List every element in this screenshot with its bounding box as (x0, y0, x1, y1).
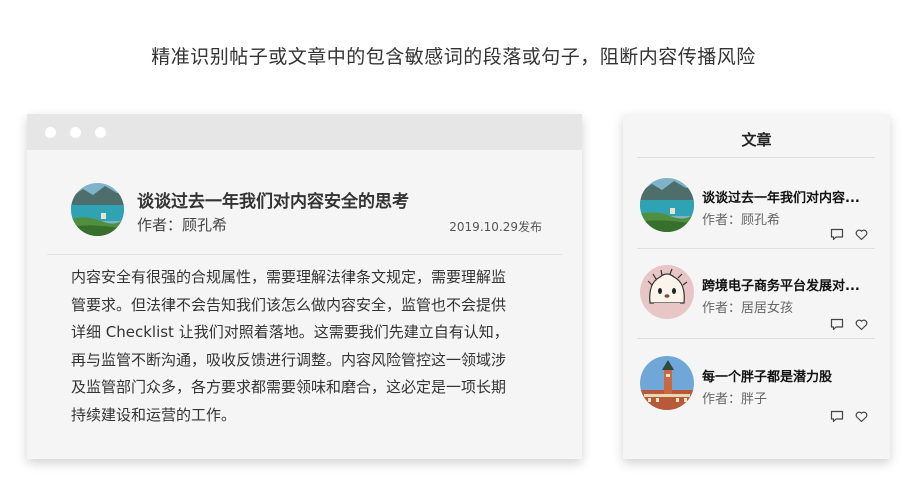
panel-title: 文章 (741, 131, 772, 149)
article-avatar (640, 265, 694, 319)
body-line: 内容安全有很强的合规属性，需要理解法律条文规定，需要理解监 (71, 268, 507, 286)
heart-icon[interactable] (855, 226, 868, 245)
post-browser-window: 谈谈过去一年我们对内容安全的思考 作者：顾孔希 2019.10.29发布 内容安… (27, 114, 582, 459)
page-headline: 精准识别帖子或文章中的包含敏感词的段落或句子，阻断内容传播风险 (151, 46, 756, 68)
body-line: 详细 Checklist 让我们对照着落地。这需要我们先建立自有认知， (71, 323, 509, 341)
body-line: 及监管部门众多，各方要求都需要领味和磨合，这必定是一项长期 (71, 378, 507, 396)
article-avatar (640, 178, 694, 232)
post-author: 作者：顾孔希 (137, 216, 228, 234)
comment-icon[interactable] (830, 408, 844, 427)
body-line: 再与监管不断沟通，吸收反馈进行调整。内容风险管控这一领域涉 (71, 350, 507, 369)
article-title[interactable]: 每一个胖子都是潜力股 (702, 366, 832, 385)
heart-icon[interactable] (855, 316, 868, 335)
window-dot-icon (70, 127, 81, 138)
article-author: 作者：顾孔希 (702, 213, 781, 228)
browser-titlebar (27, 114, 582, 150)
window-dot-icon (45, 127, 56, 138)
heart-icon[interactable] (855, 408, 868, 427)
article-avatar (640, 356, 694, 410)
article-list-panel: 文章 谈谈过去一年我们对内容... 作者：顾孔希 跨境电子商务平台发展对... … (623, 114, 890, 459)
header-divider (47, 254, 562, 255)
article-actions (830, 225, 874, 241)
list-item[interactable]: 每一个胖子都是潜力股 作者：胖子 (623, 338, 890, 428)
body-line: 管要求。但法律不会告知我们该怎么做内容安全，监管也不会提供 (71, 295, 507, 314)
comment-icon[interactable] (830, 226, 844, 245)
post-date: 2019.10.29发布 (449, 220, 542, 234)
window-dot-icon (95, 127, 106, 138)
article-actions (830, 315, 874, 331)
article-actions (830, 407, 874, 423)
article-author: 作者：胖子 (702, 392, 768, 407)
list-item[interactable]: 谈谈过去一年我们对内容... 作者：顾孔希 (623, 158, 890, 248)
article-title[interactable]: 谈谈过去一年我们对内容... (702, 187, 860, 206)
post-body: 内容安全有很强的合规属性，需要理解法律条文规定，需要理解监 管要求。但法律不会告… (71, 264, 547, 429)
article-title[interactable]: 跨境电子商务平台发展对... (702, 275, 860, 294)
comment-icon[interactable] (830, 316, 844, 335)
list-item[interactable]: 跨境电子商务平台发展对... 作者：居居女孩 (623, 248, 890, 338)
article-author: 作者：居居女孩 (702, 301, 794, 316)
author-avatar (71, 183, 124, 236)
post-title[interactable]: 谈谈过去一年我们对内容安全的思考 (137, 187, 409, 212)
post-header: 谈谈过去一年我们对内容安全的思考 作者：顾孔希 2019.10.29发布 (27, 150, 582, 254)
body-line: 持续建设和运营的工作。 (71, 405, 237, 424)
